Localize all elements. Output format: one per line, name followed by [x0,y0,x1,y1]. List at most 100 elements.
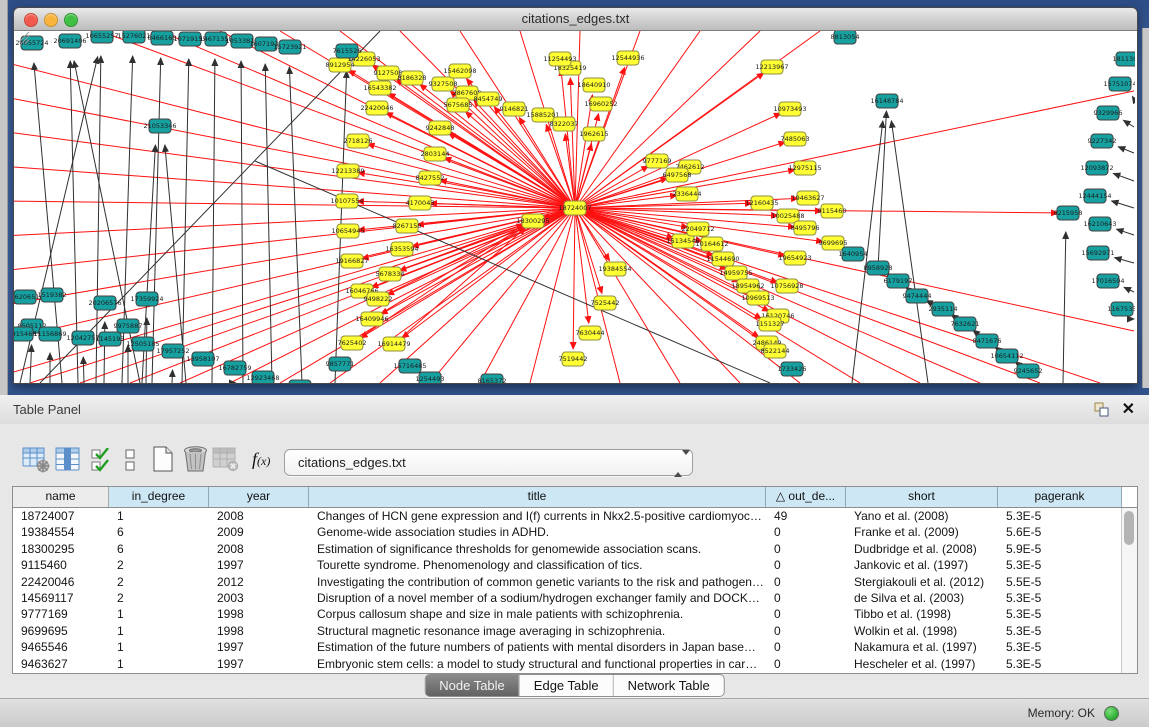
graph-node[interactable]: 21053346 [143,119,176,133]
graph-node[interactable]: 15276021 [117,31,150,43]
graph-node[interactable]: 6179197 [884,274,913,288]
graph-node[interactable]: 15716485 [393,359,426,373]
graph-node[interactable]: 1640954 [839,247,868,261]
graph-node[interactable]: 17016504 [1091,274,1124,288]
graph-node[interactable]: 19654923 [778,251,811,265]
graph-node[interactable]: 6497568 [663,168,692,182]
graph-node[interactable]: 12213967 [755,60,788,74]
tab-network-table[interactable]: Network Table [613,675,724,696]
graph-node[interactable]: 9227342 [1088,134,1117,148]
network-view[interactable]: 1872400718300295193845542242004627181261… [14,31,1137,383]
graph-node[interactable]: 15751074 [1103,77,1135,91]
graph-node[interactable]: 1167533 [1108,302,1135,316]
canvas-resize-grip[interactable] [14,31,30,45]
clear-selection-icon[interactable] [124,449,137,472]
graph-node[interactable]: 16353594 [385,242,418,256]
table-row[interactable]: 1456911722003Disruption of a novel membe… [13,590,1122,606]
graph-node[interactable]: 11544690 [706,252,739,266]
float-panel-icon[interactable] [1094,402,1109,417]
table-row[interactable]: 1872400712008Changes of HCN gene express… [13,508,1122,524]
network-window[interactable]: citations_edges.txt 18724007183002951938… [13,7,1138,384]
delete-icon[interactable] [182,445,209,473]
graph-node[interactable]: 7615526 [333,44,362,58]
network-window-titlebar[interactable]: citations_edges.txt [14,8,1137,31]
graph-node[interactable]: 9245012 [286,380,315,383]
graph-node[interactable]: 10756928 [770,279,803,293]
graph-node[interactable]: 8427552 [416,171,445,185]
graph-node[interactable]: 7625402 [338,336,367,350]
column-header-in-degree[interactable]: in_degree [109,487,209,507]
graph-node[interactable]: 19384554 [598,262,631,276]
column-header-name[interactable]: name [13,487,109,507]
memory-status-indicator[interactable] [1104,706,1119,721]
graph-node[interactable]: 7630444 [576,326,605,340]
graph-node[interactable]: 4170043 [406,196,435,210]
graph-node[interactable]: 16148784 [870,94,903,108]
graph-node[interactable]: 8522144 [761,344,790,358]
graph-node[interactable]: 9857771 [326,357,355,371]
graph-node[interactable]: 13958107 [186,352,219,366]
network-canvas[interactable]: 1872400718300295193845542242004627181261… [14,31,1135,383]
graph-node[interactable]: 9329966 [1094,106,1123,120]
tab-node-table[interactable]: Node Table [425,675,519,696]
graph-node[interactable]: 9146821 [500,102,529,116]
graph-node[interactable]: 2935114 [929,302,958,316]
graph-node[interactable]: 12093872 [1080,161,1113,175]
column-header-pagerank[interactable]: pagerank [998,487,1122,507]
graph-node[interactable]: 2718126 [344,134,373,148]
graph-node[interactable]: 9975887 [114,319,143,333]
graph-node[interactable]: 12544936 [611,51,644,65]
graph-node[interactable]: 9245652 [1014,364,1043,378]
select-all-icon[interactable] [91,448,113,473]
graph-node[interactable]: 16782759 [218,361,251,375]
graph-node[interactable]: 12160435 [745,196,778,210]
graph-node[interactable]: 16210643 [1083,217,1116,231]
table-row[interactable]: 946362711997Embryonic stem cells: a mode… [13,656,1122,672]
graph-node[interactable]: 9777169 [643,154,672,168]
table-row[interactable]: 911546021997Tourette syndrome. Phenomeno… [13,557,1122,573]
graph-node[interactable]: 7485063 [781,132,810,146]
graph-node[interactable]: 16960252 [584,97,617,111]
table-row[interactable]: 1830029562008Estimation of significance … [13,541,1122,557]
graph-node[interactable]: 10654945 [331,224,364,238]
graph-node[interactable]: 8215958 [1054,206,1083,220]
table-row[interactable]: 946554611997Estimation of the future num… [13,639,1122,655]
graph-node[interactable]: 2803144 [421,147,450,161]
graph-node[interactable]: 2336444 [673,187,702,201]
graph-node[interactable]: 5675685 [444,98,473,112]
tab-edge-table[interactable]: Edge Table [519,675,613,696]
graph-node[interactable]: 9498222 [364,292,393,306]
table-settings-icon[interactable] [22,446,50,473]
graph-node[interactable]: 1519382 [38,288,67,302]
select-columns-icon[interactable] [55,446,81,473]
graph-node[interactable]: 19166827 [335,254,368,268]
graph-node[interactable]: 1811304 [1113,52,1135,66]
column-header-out-de-[interactable]: △ out_de... [766,487,846,507]
graph-node[interactable]: 2620651 [14,290,39,304]
table-row[interactable]: 2242004622012Investigating the contribut… [13,574,1122,590]
graph-node[interactable]: 8322037 [550,117,579,131]
new-document-icon[interactable] [151,446,175,473]
table-row[interactable]: 1938455462009Genome-wide association stu… [13,524,1122,540]
graph-node[interactable]: 7632621 [951,317,980,331]
graph-node[interactable]: 20691406 [53,34,86,48]
graph-node[interactable]: 10164612 [695,237,728,251]
graph-node[interactable]: 10654112 [990,349,1023,363]
graph-node[interactable]: 15462098 [443,64,476,78]
column-header-year[interactable]: year [209,487,309,507]
graph-node[interactable]: 8471676 [973,334,1002,348]
graph-node[interactable]: 10655257 [85,31,118,43]
graph-node[interactable]: 1254493 [416,372,445,383]
graph-node[interactable]: 9242848 [426,121,455,135]
table-selector[interactable]: citations_edges.txt [284,449,693,476]
graph-node[interactable]: 16914479 [377,337,410,351]
graph-node[interactable]: 7519442 [559,352,588,366]
graph-node[interactable]: 20206576 [88,296,121,310]
graph-node[interactable]: 16543382 [363,81,396,95]
graph-node[interactable]: 8267150 [393,219,422,233]
graph-node[interactable]: 8495796 [791,221,820,235]
graph-node[interactable]: 1145193 [96,332,125,346]
graph-node[interactable]: 18640910 [577,78,610,92]
graph-node[interactable]: 8454749 [474,92,503,106]
graph-node[interactable]: 12975115 [788,161,821,175]
